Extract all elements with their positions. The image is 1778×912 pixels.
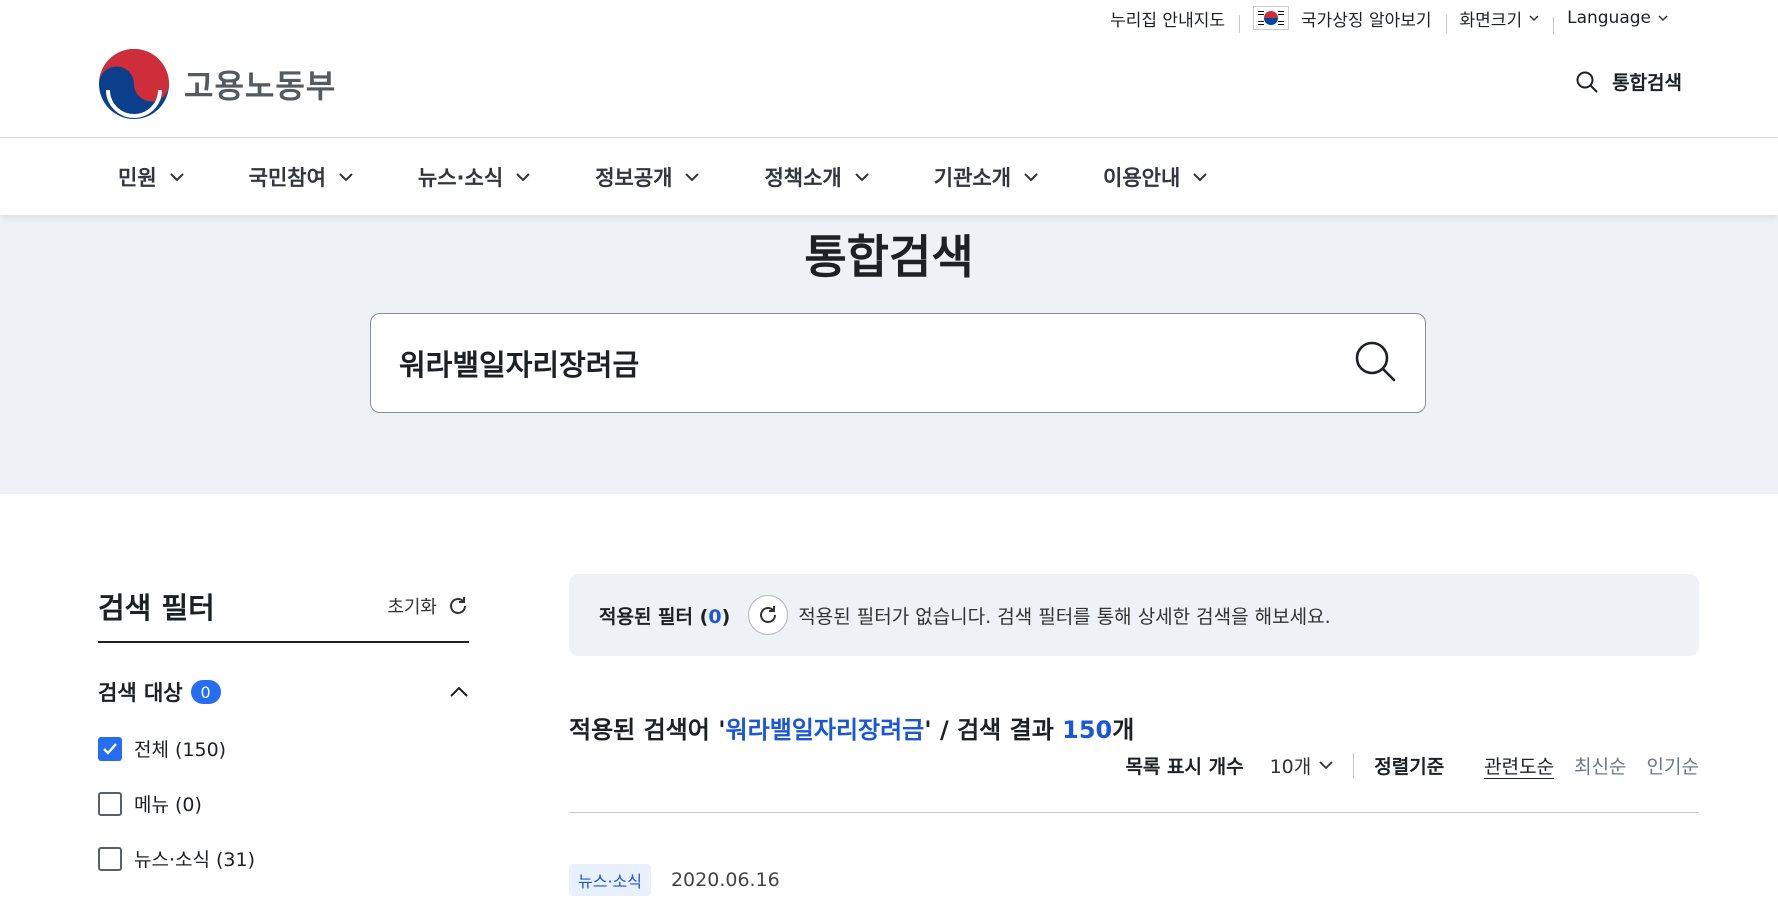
nav-label: 뉴스·소식 <box>417 166 504 190</box>
chevron-down-icon <box>855 173 869 182</box>
nav-item-organization[interactable]: 기관소개 <box>934 162 1039 192</box>
search-hero: 통합검색 <box>0 215 1778 494</box>
filter-header: 검색 필터 초기화 <box>98 585 469 643</box>
chevron-down-icon <box>169 173 184 182</box>
summary-count: 150 <box>1062 716 1113 744</box>
search-filter-panel: 검색 필터 초기화 검색 대상 0 전체 (150) 메뉴 (0) 뉴스·소식 … <box>98 585 469 872</box>
ministry-name: 고용노동부 <box>184 67 337 105</box>
filter-reset-button[interactable]: 초기화 <box>387 593 469 619</box>
refresh-icon <box>450 597 466 614</box>
divider <box>1353 752 1355 779</box>
applied-prefix: 적용된 필터 ( <box>599 605 709 628</box>
chevron-down-icon <box>339 173 353 182</box>
section-title: 검색 대상 0 <box>98 677 221 707</box>
summary-query: 워라밸일자리장려금 <box>725 716 925 744</box>
filter-section-target: 검색 대상 0 <box>98 677 469 707</box>
option-label: 뉴스·소식 (31) <box>134 849 256 871</box>
search-submit-button[interactable] <box>1353 339 1397 387</box>
search-icon <box>1576 71 1598 92</box>
result-summary: 적용된 검색어 '워라밸일자리장려금' / 검색 결과 150개 <box>569 710 1699 745</box>
national-symbols-label: 국가상징 알아보기 <box>1301 10 1432 31</box>
nav-label: 민원 <box>118 166 157 190</box>
utility-bar: 누리집 안내지도 국가상징 알아보기 화면크기 Language <box>1096 0 1682 36</box>
results-divider <box>569 812 1699 813</box>
sort-latest[interactable]: 최신순 <box>1574 752 1626 779</box>
checkbox-checked[interactable] <box>98 736 122 761</box>
chevron-down-icon <box>1319 761 1333 770</box>
search-box <box>370 313 1426 413</box>
result-date: 2020.06.16 <box>670 869 780 891</box>
checkbox[interactable] <box>98 846 122 871</box>
sort-label: 정렬기준 <box>1374 756 1445 778</box>
option-label: 전체 (150) <box>134 739 227 761</box>
summary-middle: ' / 검색 결과 <box>924 716 1063 744</box>
chevron-down-icon <box>1193 173 1208 182</box>
sort-popular[interactable]: 인기순 <box>1647 752 1699 779</box>
section-title-text: 검색 대상 <box>98 681 183 705</box>
nav-item-disclosure[interactable]: 정보공개 <box>595 162 700 192</box>
filter-title: 검색 필터 <box>98 591 215 625</box>
font-size-label: 화면크기 <box>1459 10 1523 31</box>
language-label: Language <box>1567 8 1651 28</box>
list-controls: 목록 표시 개수 10개 정렬기준 관련도순 최신순 인기순 <box>1125 752 1699 779</box>
main-navigation: 민원 국민참여 뉴스·소식 정보공개 정책소개 기관소개 이용안내 <box>0 139 1778 215</box>
font-size-dropdown[interactable]: 화면크기 <box>1445 6 1554 33</box>
nav-item-news[interactable]: 뉴스·소식 <box>418 162 531 192</box>
applied-filter-reset-button[interactable] <box>748 595 789 635</box>
page-size-select[interactable]: 10개 <box>1270 752 1334 779</box>
national-symbols-link[interactable]: 국가상징 알아보기 <box>1239 6 1446 33</box>
korea-flag-icon <box>1253 6 1289 30</box>
nav-label: 정보공개 <box>595 166 673 190</box>
chevron-down-icon <box>1529 14 1539 21</box>
applied-suffix: ) <box>721 605 731 628</box>
chevron-down-icon <box>1024 173 1038 182</box>
page-title: 통합검색 <box>804 230 974 284</box>
filter-option-menu[interactable]: 메뉴 (0) <box>98 790 469 817</box>
nav-item-policy[interactable]: 정책소개 <box>764 162 869 192</box>
ministry-logo[interactable]: 고용노동부 <box>98 48 336 120</box>
chevron-up-icon <box>450 686 468 697</box>
search-input[interactable] <box>399 346 1353 380</box>
chevron-down-icon <box>516 173 530 182</box>
nav-label: 기관소개 <box>933 166 1012 190</box>
category-tag[interactable]: 뉴스·소식 <box>569 864 651 896</box>
search-icon <box>1355 341 1396 382</box>
sort-relevance[interactable]: 관련도순 <box>1484 752 1554 779</box>
filter-option-news[interactable]: 뉴스·소식 (31) <box>98 845 469 872</box>
result-item: 뉴스·소식 2020.06.16 <box>569 864 780 896</box>
section-collapse-button[interactable] <box>449 683 469 702</box>
search-results: 적용된 필터 (0) 적용된 필터가 없습니다. 검색 필터를 통해 상세한 검… <box>569 574 1699 896</box>
summary-suffix: 개 <box>1112 716 1135 744</box>
summary-prefix: 적용된 검색어 ' <box>569 716 726 744</box>
nav-item-civil[interactable]: 민원 <box>118 162 185 192</box>
checkbox[interactable] <box>98 791 122 816</box>
sitemap-label: 누리집 안내지도 <box>1110 10 1225 31</box>
header-search-button[interactable]: 통합검색 <box>1576 68 1682 95</box>
filter-option-all[interactable]: 전체 (150) <box>98 735 469 762</box>
count-badge: 0 <box>190 680 221 704</box>
applied-filter-label: 적용된 필터 (0) <box>599 602 730 629</box>
site-header: 고용노동부 통합검색 <box>0 36 1778 138</box>
page-size-value: 10개 <box>1269 756 1312 778</box>
chevron-down-icon <box>1658 14 1668 21</box>
applied-filter-message: 적용된 필터가 없습니다. 검색 필터를 통해 상세한 검색을 해보세요. <box>798 605 1331 628</box>
language-dropdown[interactable]: Language <box>1553 8 1682 35</box>
nav-item-guide[interactable]: 이용안내 <box>1103 162 1208 192</box>
header-search-label: 통합검색 <box>1612 72 1682 94</box>
nav-item-participation[interactable]: 국민참여 <box>249 162 354 192</box>
chevron-down-icon <box>685 173 700 182</box>
check-icon <box>103 742 117 755</box>
sitemap-link[interactable]: 누리집 안내지도 <box>1096 6 1239 31</box>
option-label: 메뉴 (0) <box>134 794 202 816</box>
nav-label: 이용안내 <box>1103 166 1181 190</box>
applied-filter-bar: 적용된 필터 (0) 적용된 필터가 없습니다. 검색 필터를 통해 상세한 검… <box>569 574 1699 656</box>
refresh-icon <box>760 606 777 623</box>
page-size-label: 목록 표시 개수 <box>1125 756 1244 778</box>
filter-reset-label: 초기화 <box>387 597 437 618</box>
nav-label: 국민참여 <box>248 166 326 190</box>
nav-label: 정책소개 <box>764 166 842 190</box>
taeguk-logo-icon <box>99 49 169 119</box>
applied-count: 0 <box>708 605 722 628</box>
